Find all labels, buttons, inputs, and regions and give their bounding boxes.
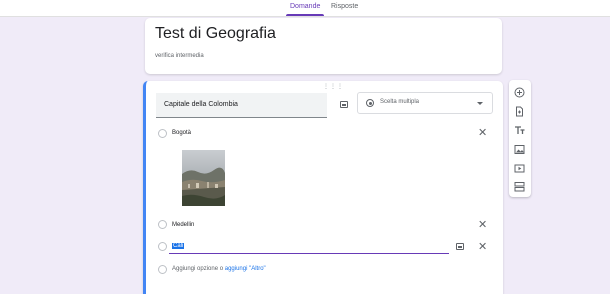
form-description[interactable]: verifica intermedia xyxy=(155,53,204,59)
option-radio xyxy=(158,265,167,274)
option-input-cali[interactable]: Cali xyxy=(172,243,185,249)
option-image-bogota xyxy=(182,150,225,206)
form-header-card: Test di Geografia verifica intermedia xyxy=(145,18,502,74)
tab-risposte[interactable]: Risposte xyxy=(331,3,358,10)
chevron-down-icon xyxy=(477,102,483,105)
question-card[interactable]: ⋮⋮⋮ Capitale della Colombia Scelta multi… xyxy=(143,81,503,294)
option-label-medellin[interactable]: Medellin xyxy=(172,222,194,228)
remove-option-close-icon[interactable]: ✕ xyxy=(478,128,487,139)
video-icon[interactable] xyxy=(514,163,525,174)
or-text: o xyxy=(219,266,224,272)
top-bar: Domande Risposte xyxy=(0,0,610,17)
image-icon[interactable] xyxy=(514,144,525,155)
add-option-row: Aggiungi opzione o aggiungi "Altro" xyxy=(172,266,266,272)
tab-domande[interactable]: Domande xyxy=(290,3,320,10)
side-toolbar xyxy=(509,80,531,197)
add-option-link[interactable]: Aggiungi opzione xyxy=(172,266,218,272)
add-image-icon[interactable] xyxy=(456,243,464,250)
section-icon[interactable] xyxy=(514,181,525,192)
form-title[interactable]: Test di Geografia xyxy=(155,25,276,43)
import-question-icon[interactable] xyxy=(514,106,525,117)
option-label-bogota[interactable]: Bogotà xyxy=(172,130,191,136)
question-title-text: Capitale della Colombia xyxy=(164,101,238,108)
remove-option-close-icon[interactable]: ✕ xyxy=(478,242,487,253)
drag-handle-icon[interactable]: ⋮⋮⋮ xyxy=(323,83,344,90)
add-circle-icon[interactable] xyxy=(514,87,525,98)
question-title-input[interactable]: Capitale della Colombia xyxy=(156,93,327,118)
option-radio xyxy=(158,242,167,251)
add-other-link[interactable]: aggiungi "Altro" xyxy=(225,266,266,272)
add-image-icon[interactable] xyxy=(340,101,348,108)
question-type-select[interactable]: Scelta multipla xyxy=(357,92,493,114)
option-radio xyxy=(158,220,167,229)
remove-option-close-icon[interactable]: ✕ xyxy=(478,220,487,231)
title-text-icon[interactable] xyxy=(514,125,525,136)
active-tab-indicator xyxy=(286,14,324,16)
option-radio xyxy=(158,129,167,138)
question-type-label: Scelta multipla xyxy=(380,99,420,105)
radio-button-icon xyxy=(366,99,374,107)
option-input-underline xyxy=(169,253,449,254)
